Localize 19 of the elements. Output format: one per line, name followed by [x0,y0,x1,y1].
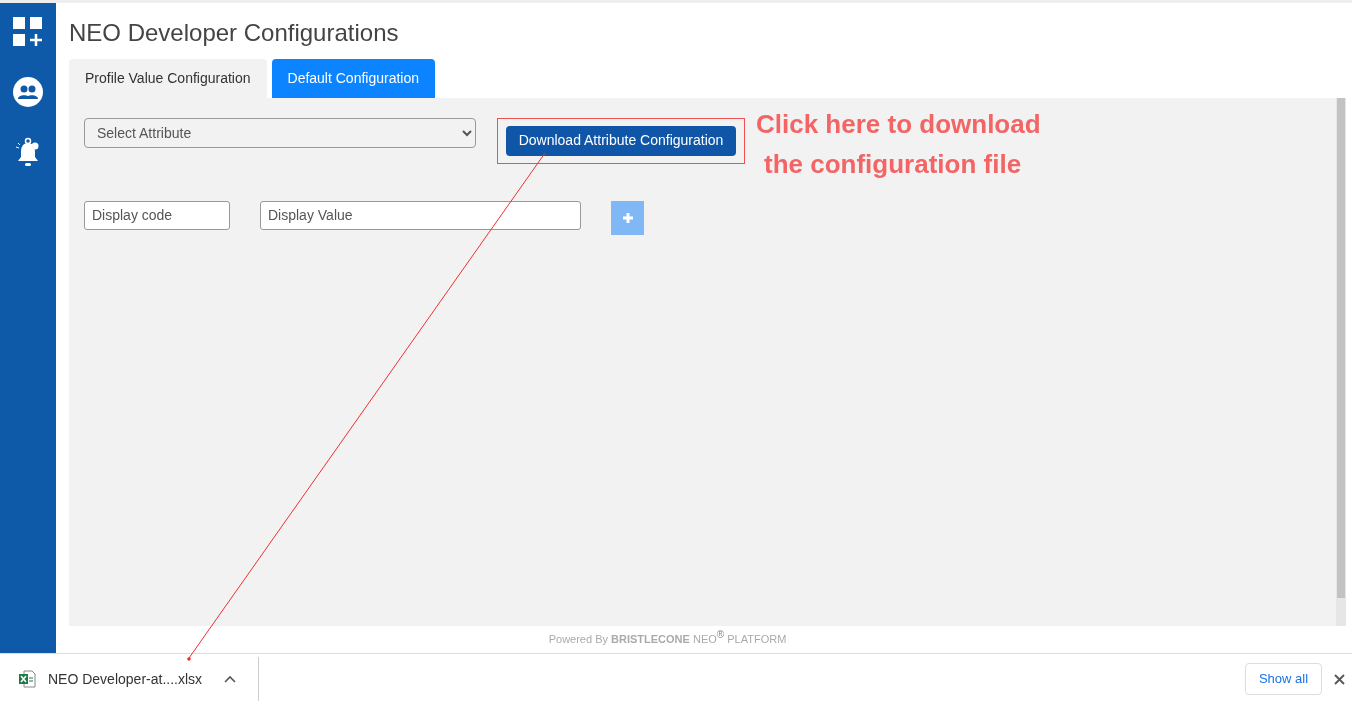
annotation-text: Click here to download [756,107,1041,141]
apps-add-icon[interactable] [13,17,43,47]
download-button[interactable]: Download Attribute Configuration [506,125,736,156]
close-icon[interactable] [1334,673,1345,685]
users-icon[interactable] [13,77,43,107]
display-code-field[interactable]: Display code [84,200,230,230]
annotation-text: the configuration file [763,147,1023,181]
download-file-name[interactable]: NEO Developer-at....xlsx [48,668,203,690]
tab[interactable]: Profile Value Configuration [69,58,267,98]
bell-icon[interactable] [15,137,41,169]
attribute-select[interactable]: Select Attribute [84,117,476,148]
page-title: NEO Developer Configurations [69,19,400,48]
spreadsheet-icon [18,670,36,688]
show-all-button[interactable]: Show all [1245,663,1322,695]
caret-up-icon[interactable] [224,675,237,683]
plus-icon [621,211,634,224]
scrollbar[interactable] [1336,97,1346,626]
display-value-field[interactable]: Display Value [260,200,581,230]
tab[interactable]: Default Configuration [271,58,436,98]
